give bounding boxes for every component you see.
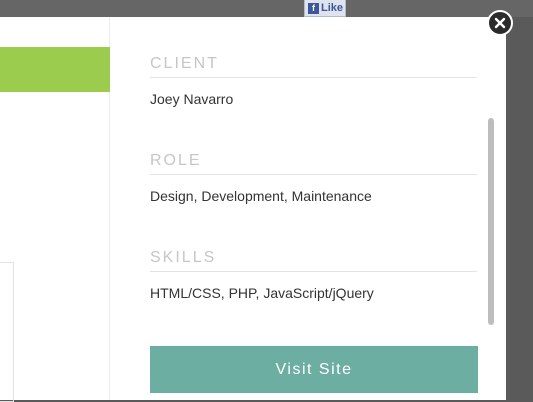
- skills-label: SKILLS: [150, 249, 477, 272]
- role-section: ROLE Design, Development, Maintenance: [150, 152, 477, 204]
- close-button[interactable]: [487, 10, 513, 36]
- preview-content-box: [0, 262, 14, 402]
- facebook-like-button[interactable]: f Like: [304, 0, 346, 17]
- facebook-like-label: Like: [321, 2, 344, 14]
- client-value: Joey Navarro: [150, 91, 234, 107]
- client-label: CLIENT: [150, 55, 477, 78]
- project-modal: CLIENT Joey Navarro ROLE Design, Develop…: [0, 17, 506, 402]
- skills-section: SKILLS HTML/CSS, PHP, JavaScript/jQuery: [150, 249, 477, 301]
- visit-site-button[interactable]: Visit Site: [150, 346, 478, 393]
- page-background-top: [0, 0, 533, 17]
- project-preview-pane: [0, 17, 110, 402]
- skills-value: HTML/CSS, PHP, JavaScript/jQuery: [150, 285, 374, 301]
- role-label: ROLE: [150, 152, 477, 175]
- facebook-icon: f: [308, 2, 319, 14]
- role-value: Design, Development, Maintenance: [150, 188, 372, 204]
- modal-scrollbar[interactable]: [488, 118, 494, 325]
- preview-header-bar: [0, 47, 110, 92]
- close-icon: [494, 17, 506, 29]
- client-section: CLIENT Joey Navarro: [150, 55, 477, 107]
